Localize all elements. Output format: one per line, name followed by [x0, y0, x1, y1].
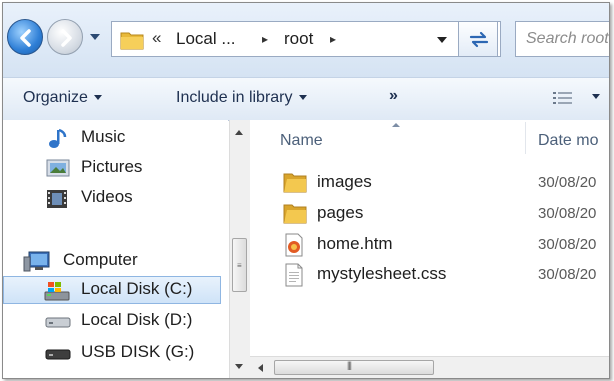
folder-icon — [120, 32, 144, 50]
breadcrumb-separator[interactable]: ▸ — [262, 32, 268, 46]
scrollbar-thumb[interactable]: ||| — [274, 360, 434, 375]
hidden-path-chevron[interactable]: « — [152, 28, 161, 48]
nav-item-pictures[interactable]: Pictures — [3, 154, 221, 182]
file-name: mystylesheet.css — [317, 264, 447, 283]
forward-arrow-icon — [61, 29, 72, 47]
nav-item-label: Local Disk (D:) — [81, 310, 193, 329]
column-headers: Name Date mo — [250, 120, 609, 156]
nav-item-videos[interactable]: Videos — [3, 184, 221, 212]
file-name: home.htm — [317, 234, 393, 253]
scrollbar-thumb[interactable]: ≡ — [232, 238, 247, 292]
refresh-icon — [469, 31, 489, 48]
nav-item-label: Pictures — [81, 157, 143, 176]
breadcrumb-root[interactable]: root — [284, 29, 313, 49]
css-file-icon — [285, 263, 303, 287]
folder-icon — [283, 204, 307, 224]
forward-button[interactable] — [47, 19, 83, 55]
file-row-images[interactable]: images 30/08/20 — [250, 168, 609, 196]
nav-item-music[interactable]: Music — [3, 124, 221, 152]
file-list: Name Date mo images 30/08/20 pages 30/08… — [250, 120, 609, 356]
sort-ascending-icon — [392, 123, 400, 127]
file-name: pages — [317, 203, 364, 222]
computer-icon — [23, 251, 50, 272]
file-row-home-htm[interactable]: home.htm 30/08/20 — [250, 230, 609, 258]
search-input[interactable]: Search root — [515, 21, 609, 57]
address-bar[interactable]: « Local ... ▸ root ▸ — [111, 21, 501, 57]
videos-icon — [47, 190, 67, 208]
file-date: 30/08/20 — [538, 205, 597, 222]
file-list-horizontal-scrollbar[interactable]: ||| — [250, 356, 609, 378]
refresh-button[interactable] — [458, 21, 498, 57]
nav-item-local-disk-c[interactable]: Local Disk (C:) — [3, 276, 221, 304]
file-date: 30/08/20 — [538, 266, 597, 283]
nav-item-label: Computer — [63, 250, 138, 269]
view-options-dropdown-icon[interactable] — [592, 94, 600, 99]
back-arrow-icon — [20, 29, 31, 47]
nav-item-usb-disk-g[interactable]: USB DISK (G:) — [3, 339, 221, 367]
file-row-pages[interactable]: pages 30/08/20 — [250, 199, 609, 227]
grip-icon: ||| — [347, 360, 352, 370]
navigation-pane: Music Pictures Videos Computer Local Dis… — [3, 120, 228, 378]
explorer-window: « Local ... ▸ root ▸ Search root Organiz… — [2, 2, 610, 379]
pictures-icon — [46, 159, 70, 177]
drive-icon — [45, 317, 71, 328]
breadcrumb-local-disk[interactable]: Local ... — [176, 29, 236, 49]
recent-pages-dropdown-icon[interactable] — [89, 33, 101, 41]
address-history-dropdown-icon[interactable] — [436, 36, 448, 44]
scroll-down-arrow-icon[interactable] — [235, 364, 243, 369]
navigation-pane-scrollbar[interactable]: ≡ — [229, 120, 250, 378]
nav-item-computer[interactable]: Computer — [3, 247, 221, 275]
back-button[interactable] — [7, 19, 43, 55]
nav-item-label: USB DISK (G:) — [81, 342, 195, 361]
nav-item-label: Music — [81, 127, 126, 146]
music-icon — [49, 128, 67, 148]
file-date: 30/08/20 — [538, 174, 597, 191]
system-drive-icon — [44, 282, 70, 301]
column-header-name[interactable]: Name — [280, 132, 323, 150]
search-placeholder: Search root — [526, 30, 609, 47]
file-date: 30/08/20 — [538, 236, 597, 253]
change-view-icon[interactable] — [552, 90, 576, 108]
command-bar: Organize Include in library » — [3, 77, 609, 121]
include-in-library-label: Include in library — [176, 89, 293, 106]
breadcrumb-separator[interactable]: ▸ — [330, 32, 336, 46]
column-divider[interactable] — [525, 122, 526, 154]
html-file-icon — [285, 233, 303, 257]
column-header-date-modified[interactable]: Date mo — [538, 132, 598, 150]
more-commands-button[interactable]: » — [389, 87, 398, 105]
chevron-down-icon — [298, 95, 307, 101]
organize-label: Organize — [23, 89, 88, 106]
nav-item-label: Local Disk (C:) — [81, 279, 193, 298]
include-in-library-button[interactable]: Include in library — [176, 89, 307, 107]
scroll-left-arrow-icon[interactable] — [258, 364, 263, 372]
chevron-down-icon — [93, 95, 102, 101]
address-row: « Local ... ▸ root ▸ Search root — [3, 3, 609, 77]
grip-icon: ≡ — [237, 261, 242, 270]
usb-drive-icon — [45, 349, 71, 360]
scroll-up-arrow-icon[interactable] — [235, 130, 243, 135]
file-name: images — [317, 172, 372, 191]
nav-item-local-disk-d[interactable]: Local Disk (D:) — [3, 307, 221, 335]
folder-icon — [283, 173, 307, 193]
file-row-mystylesheet-css[interactable]: mystylesheet.css 30/08/20 — [250, 260, 609, 288]
organize-menu-button[interactable]: Organize — [23, 89, 102, 107]
nav-item-label: Videos — [81, 187, 133, 206]
